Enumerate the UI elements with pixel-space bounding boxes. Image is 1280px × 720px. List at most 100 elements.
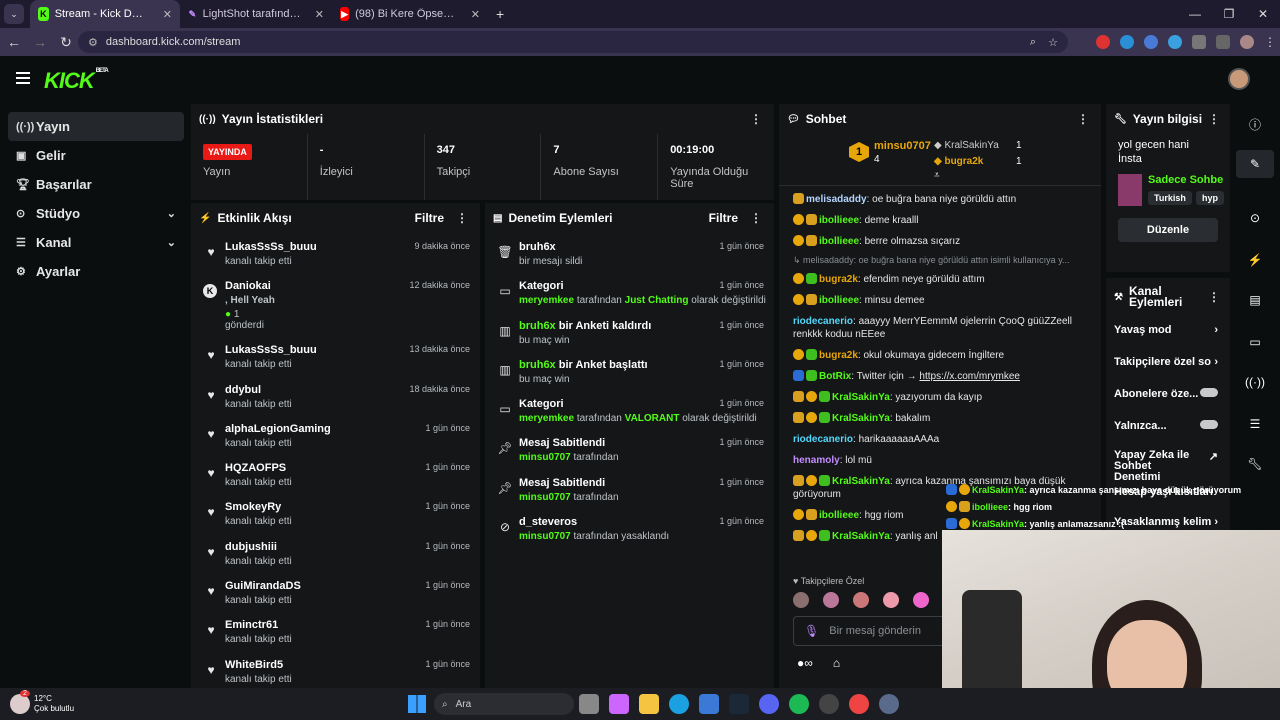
extension-shield-icon[interactable] [1168, 35, 1182, 49]
site-info-icon[interactable]: ⚙ [88, 36, 98, 49]
copilot-icon[interactable] [609, 694, 630, 714]
user-avatar[interactable] [1228, 68, 1250, 90]
action-ai-moderation[interactable]: Yapay Zeka ile Sohbet Denetimi ↗ [1106, 444, 1230, 483]
tag-chip[interactable]: Turkish [1148, 191, 1192, 205]
wrench-icon[interactable]: 🔧︎ [1236, 450, 1274, 478]
broadcast-icon[interactable]: ((·)) [1236, 368, 1274, 396]
chat-username[interactable]: KralSakinYa [832, 476, 890, 487]
action-emote-only[interactable]: Yalnızca... [1106, 412, 1230, 444]
obs-icon[interactable] [819, 694, 840, 714]
extension-red-icon[interactable] [1096, 35, 1110, 49]
chat-username[interactable]: KralSakinYa [832, 531, 890, 542]
action-followers-only[interactable]: Takipçilere özel so › [1106, 348, 1230, 380]
hamburger-menu-icon[interactable] [16, 72, 30, 84]
minimize-icon[interactable]: — [1178, 0, 1212, 28]
sidebar-item-kanal[interactable]: ☰ Kanal ⌄ [8, 228, 184, 257]
more-options-icon[interactable]: ⋮ [750, 112, 762, 126]
url-field[interactable]: ⚙ dashboard.kick.com/stream ⌕ ☆ [78, 31, 1068, 53]
emote-icon[interactable] [823, 592, 839, 608]
more-options-icon[interactable]: ⋮ [1208, 112, 1220, 126]
reading-list-icon[interactable] [1216, 35, 1230, 49]
task-view-icon[interactable] [579, 694, 600, 714]
pencil-icon[interactable]: ✎ [1236, 150, 1274, 178]
back-icon[interactable]: ← [2, 34, 26, 50]
category-thumbnail[interactable] [1118, 174, 1142, 206]
extension-translate-icon[interactable] [1120, 35, 1134, 49]
steam-icon[interactable] [729, 694, 750, 714]
chat-username[interactable]: KralSakinYa [832, 392, 890, 403]
spotify-icon[interactable] [789, 694, 810, 714]
chat-link[interactable]: https://x.com/mrymkee [919, 371, 1020, 382]
close-window-icon[interactable]: ✕ [1246, 0, 1280, 28]
tag-chip[interactable]: hyp [1196, 191, 1225, 205]
chat-username[interactable]: riodecanerio [793, 434, 853, 445]
extension-wave-icon[interactable] [1144, 35, 1158, 49]
taskbar-search[interactable]: ⌕ Ara [434, 693, 575, 715]
browser-menu-icon[interactable]: ⋮ [1264, 35, 1276, 49]
chat-username[interactable]: ibollieee [819, 295, 859, 306]
weather-icon[interactable]: 2 [10, 690, 30, 714]
chat-username[interactable]: ibollieee [819, 510, 859, 521]
document-icon[interactable]: ▤ [1236, 286, 1274, 314]
zoom-icon[interactable]: ⌕ [1030, 36, 1036, 49]
chat-username[interactable]: melisadaddy [806, 194, 867, 205]
chat-username[interactable]: bugra2k [819, 350, 858, 361]
windows-start-icon[interactable] [408, 695, 427, 713]
close-tab-icon[interactable]: ✕ [315, 8, 324, 21]
close-tab-icon[interactable]: ✕ [163, 8, 172, 21]
more-options-icon[interactable]: ⋮ [750, 211, 762, 225]
store-icon[interactable] [699, 694, 720, 714]
discord-icon[interactable] [759, 694, 780, 714]
action-slow-mode[interactable]: Yavaş mod › [1106, 316, 1230, 348]
edit-button[interactable]: Düzenle [1118, 218, 1218, 242]
browser-tab-lightshot[interactable]: ✎ LightShot tarafından Ekran Görü ✕ [180, 0, 332, 28]
bookmark-star-icon[interactable]: ☆ [1048, 36, 1058, 49]
sidebar-item-yayin[interactable]: ((·)) Yayın [8, 112, 184, 141]
emote-icon[interactable] [883, 592, 899, 608]
chrome-icon[interactable] [849, 694, 870, 714]
tab-search-icon[interactable]: ⌄ [4, 4, 24, 24]
kick-points-icon[interactable]: ●∞ [797, 656, 813, 670]
emote-icon[interactable] [913, 592, 929, 608]
action-subscribers-only[interactable]: Abonelere öze... [1106, 380, 1230, 412]
new-tab-button[interactable]: + [496, 6, 504, 22]
microphone-icon[interactable]: 🎙︎ [804, 624, 819, 638]
toggle-switch[interactable] [1200, 420, 1218, 429]
reload-icon[interactable]: ↻ [54, 34, 78, 51]
chat-username[interactable]: ibollieee [819, 215, 859, 226]
extensions-puzzle-icon[interactable] [1192, 35, 1206, 49]
chat-username[interactable]: ibollieee [819, 236, 859, 247]
browser-tab-youtube[interactable]: ▶ (98) Bi Kere Öpse Bükülür Uzay ✕ [332, 0, 488, 28]
chat-username[interactable]: riodecanerio [793, 316, 853, 327]
chat-bubble-icon[interactable]: ▭ [1236, 328, 1274, 356]
list-icon[interactable]: ☰ [1236, 410, 1274, 438]
expand-icon[interactable]: ⩡ [934, 170, 940, 181]
sidebar-item-studyo[interactable]: ⊙ Stüdyo ⌄ [8, 199, 184, 228]
sidebar-item-basarilar[interactable]: 🏆︎ Başarılar [8, 170, 184, 199]
chat-username[interactable]: henamoly [793, 455, 840, 466]
maximize-icon[interactable]: ❐ [1212, 0, 1246, 28]
sidebar-item-ayarlar[interactable]: ⚙ Ayarlar [8, 257, 184, 286]
more-options-icon[interactable]: ⋮ [1077, 112, 1089, 126]
more-options-icon[interactable]: ⋮ [1208, 291, 1220, 303]
chat-username[interactable]: bugra2k [819, 274, 858, 285]
chat-username[interactable]: BotRix [819, 371, 851, 382]
camera-icon[interactable]: ⊙ [1236, 204, 1274, 232]
file-explorer-icon[interactable] [639, 694, 660, 714]
forward-icon[interactable]: → [28, 34, 52, 50]
profile-avatar-icon[interactable] [1240, 35, 1254, 49]
emote-icon[interactable] [853, 592, 869, 608]
lightning-icon[interactable]: ⚡ [1236, 246, 1274, 274]
browser-tab-kick[interactable]: K Stream - Kick Dashboard ✕ [30, 0, 180, 28]
emote-icon[interactable] [793, 592, 809, 608]
filter-button[interactable]: Filtre [709, 211, 738, 225]
more-options-icon[interactable]: ⋮ [456, 211, 468, 225]
info-icon[interactable]: ⓘ [1236, 110, 1274, 138]
store-icon[interactable]: ⌂ [833, 656, 840, 670]
chat-username[interactable]: KralSakinYa [832, 413, 890, 424]
close-tab-icon[interactable]: ✕ [471, 8, 480, 21]
kick-logo[interactable]: KICK BETA [44, 68, 109, 94]
toggle-switch[interactable] [1200, 388, 1218, 397]
filter-button[interactable]: Filtre [415, 211, 444, 225]
sidebar-item-gelir[interactable]: ▣ Gelir [8, 141, 184, 170]
